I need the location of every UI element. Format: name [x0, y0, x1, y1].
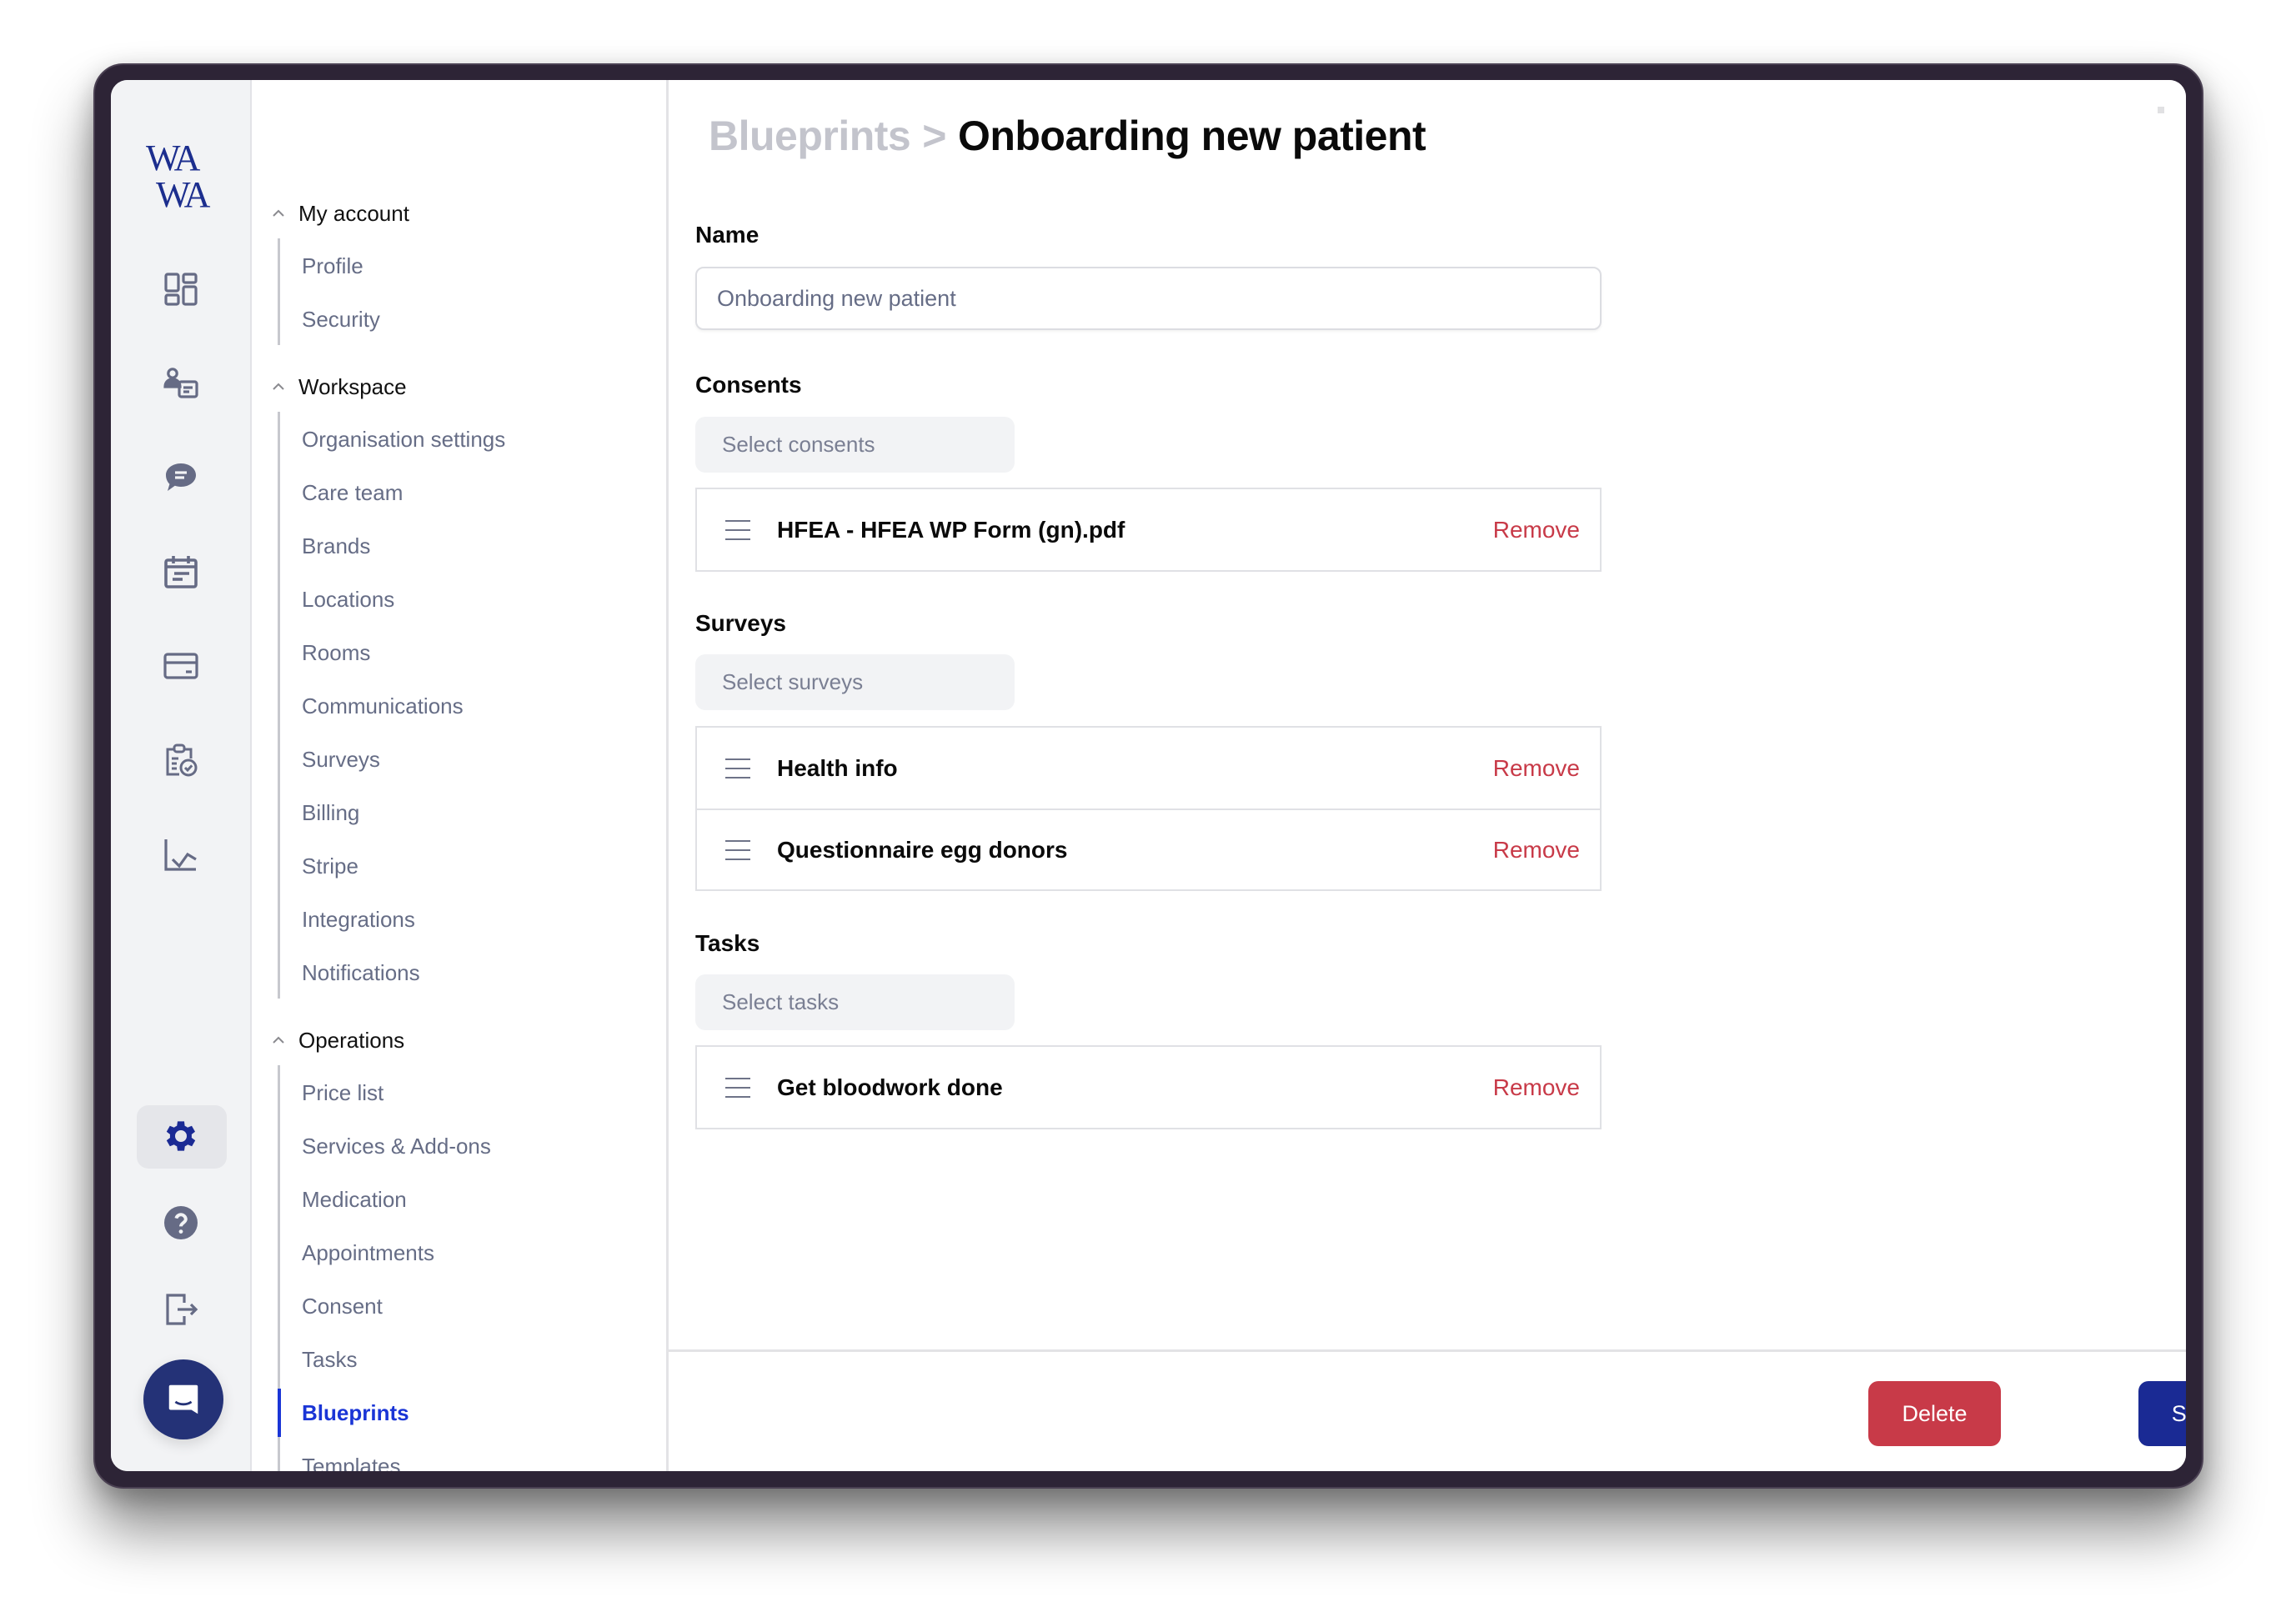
credit-card-icon — [163, 653, 198, 679]
surveys-select[interactable]: Select surveys — [695, 654, 1015, 710]
app-window: WA WA My account Profile Security Worksp… — [111, 80, 2186, 1471]
nav-group-workspace[interactable]: Workspace — [270, 370, 407, 403]
nav-item-templates[interactable]: Templates — [279, 1442, 646, 1472]
drag-handle-icon[interactable] — [725, 1077, 750, 1098]
nav-item-communications[interactable]: Communications — [279, 682, 646, 730]
drag-handle-icon[interactable] — [725, 839, 750, 860]
surveys-label: Surveys — [695, 610, 786, 636]
consents-select[interactable]: Select consents — [695, 417, 1015, 473]
surveys-list: Health info Remove Questionnaire egg don… — [695, 726, 1602, 891]
stage: WA WA My account Profile Security Worksp… — [0, 0, 2296, 1612]
icon-sidebar: WA WA — [111, 80, 252, 1471]
logo[interactable]: WA WA — [146, 140, 221, 213]
logout-icon — [165, 1294, 198, 1325]
list-item: Get bloodwork done Remove — [697, 1047, 1600, 1128]
consents-label: Consents — [695, 372, 802, 398]
consents-list: HFEA - HFEA WP Form (gn).pdf Remove — [695, 488, 1602, 572]
page-title: Onboarding new patient — [957, 113, 1426, 159]
nav-item-security[interactable]: Security — [279, 295, 646, 343]
nav-item-price-list[interactable]: Price list — [279, 1069, 646, 1117]
chat-icon — [165, 463, 196, 491]
nav-item-billing[interactable]: Billing — [279, 788, 646, 837]
chat-widget-button[interactable] — [143, 1359, 223, 1439]
item-name: Questionnaire egg donors — [777, 836, 1068, 863]
main-content: Blueprints>Onboarding new patient Name C… — [669, 80, 2186, 1471]
nav-item-notifications[interactable]: Notifications — [279, 949, 646, 997]
list-item: Health info Remove — [697, 728, 1600, 809]
rail-item-patients[interactable] — [160, 363, 202, 404]
remove-button[interactable]: Remove — [1493, 1074, 1580, 1101]
form-footer: Delete Save — [669, 1349, 2186, 1471]
item-name: HFEA - HFEA WP Form (gn).pdf — [777, 516, 1125, 543]
nav-item-blueprints[interactable]: Blueprints — [278, 1389, 646, 1437]
patients-icon — [163, 368, 198, 398]
nav-group-label: Workspace — [298, 373, 407, 399]
nav-item-organisation-settings[interactable]: Organisation settings — [279, 415, 646, 463]
calendar-icon — [163, 556, 198, 588]
nav-item-profile[interactable]: Profile — [279, 242, 646, 290]
nav-item-care-team[interactable]: Care team — [279, 468, 646, 517]
remove-button[interactable]: Remove — [1493, 755, 1580, 782]
nav-item-stripe[interactable]: Stripe — [279, 842, 646, 890]
name-input[interactable] — [695, 267, 1602, 330]
tasks-label: Tasks — [695, 930, 760, 956]
dashboard-icon — [163, 273, 198, 306]
remove-button[interactable]: Remove — [1493, 837, 1580, 864]
chevron-up-icon — [273, 383, 284, 390]
nav-group-label: My account — [298, 200, 409, 226]
breadcrumb: Blueprints > Onboarding new patient — [709, 112, 1426, 160]
drag-handle-icon[interactable] — [725, 758, 750, 778]
chat-widget-icon — [168, 1384, 198, 1414]
nav-item-services-add-ons[interactable]: Services & Add-ons — [279, 1122, 646, 1170]
rail-item-logout[interactable] — [160, 1289, 202, 1330]
rail-item-settings[interactable] — [160, 1115, 202, 1157]
nav-item-surveys[interactable]: Surveys — [279, 735, 646, 783]
help-icon — [163, 1206, 198, 1239]
nav-group-my-account[interactable]: My account — [270, 197, 409, 230]
logo-line-2: WA — [156, 174, 210, 215]
list-item: HFEA - HFEA WP Form (gn).pdf Remove — [697, 489, 1600, 570]
nav-group-operations[interactable]: Operations — [270, 1024, 404, 1057]
nav-item-appointments[interactable]: Appointments — [279, 1229, 646, 1277]
drag-handle-icon[interactable] — [725, 519, 750, 540]
tasks-list: Get bloodwork done Remove — [695, 1045, 1602, 1129]
rail-item-billing[interactable] — [160, 645, 202, 687]
nav-item-rooms[interactable]: Rooms — [279, 628, 646, 677]
clipboard-check-icon — [166, 743, 197, 777]
gear-icon — [166, 1121, 195, 1151]
breadcrumb-separator: > — [922, 113, 946, 159]
chevron-up-icon — [273, 209, 284, 217]
nav-item-locations[interactable]: Locations — [279, 575, 646, 623]
logo-line-1: WA — [146, 138, 200, 178]
rail-item-calendar[interactable] — [160, 551, 202, 593]
rail-item-dashboard[interactable] — [160, 268, 202, 310]
tasks-select[interactable]: Select tasks — [695, 974, 1015, 1030]
nav-item-brands[interactable]: Brands — [279, 522, 646, 570]
chevron-up-icon — [273, 1036, 284, 1044]
breadcrumb-parent-link[interactable]: Blueprints — [709, 113, 911, 159]
settings-nav: My account Profile Security Workspace Or… — [252, 80, 669, 1471]
list-item: Questionnaire egg donors Remove — [697, 809, 1600, 889]
delete-button[interactable]: Delete — [1868, 1381, 2001, 1446]
nav-item-integrations[interactable]: Integrations — [279, 895, 646, 944]
nav-item-consent[interactable]: Consent — [279, 1282, 646, 1330]
remove-button[interactable]: Remove — [1493, 517, 1580, 543]
rail-item-help[interactable] — [160, 1202, 202, 1244]
nav-group-label: Operations — [298, 1027, 405, 1053]
nav-item-medication[interactable]: Medication — [279, 1175, 646, 1224]
rail-item-messages[interactable] — [160, 457, 202, 498]
corner-indicator — [2158, 107, 2164, 113]
item-name: Health info — [777, 754, 898, 781]
save-button[interactable]: Save — [2138, 1381, 2186, 1446]
nav-item-tasks[interactable]: Tasks — [279, 1335, 646, 1384]
name-label: Name — [695, 222, 759, 248]
rail-item-tasks[interactable] — [160, 739, 202, 781]
rail-item-analytics[interactable] — [160, 834, 202, 875]
item-name: Get bloodwork done — [777, 1074, 1003, 1100]
analytics-icon — [163, 839, 197, 871]
